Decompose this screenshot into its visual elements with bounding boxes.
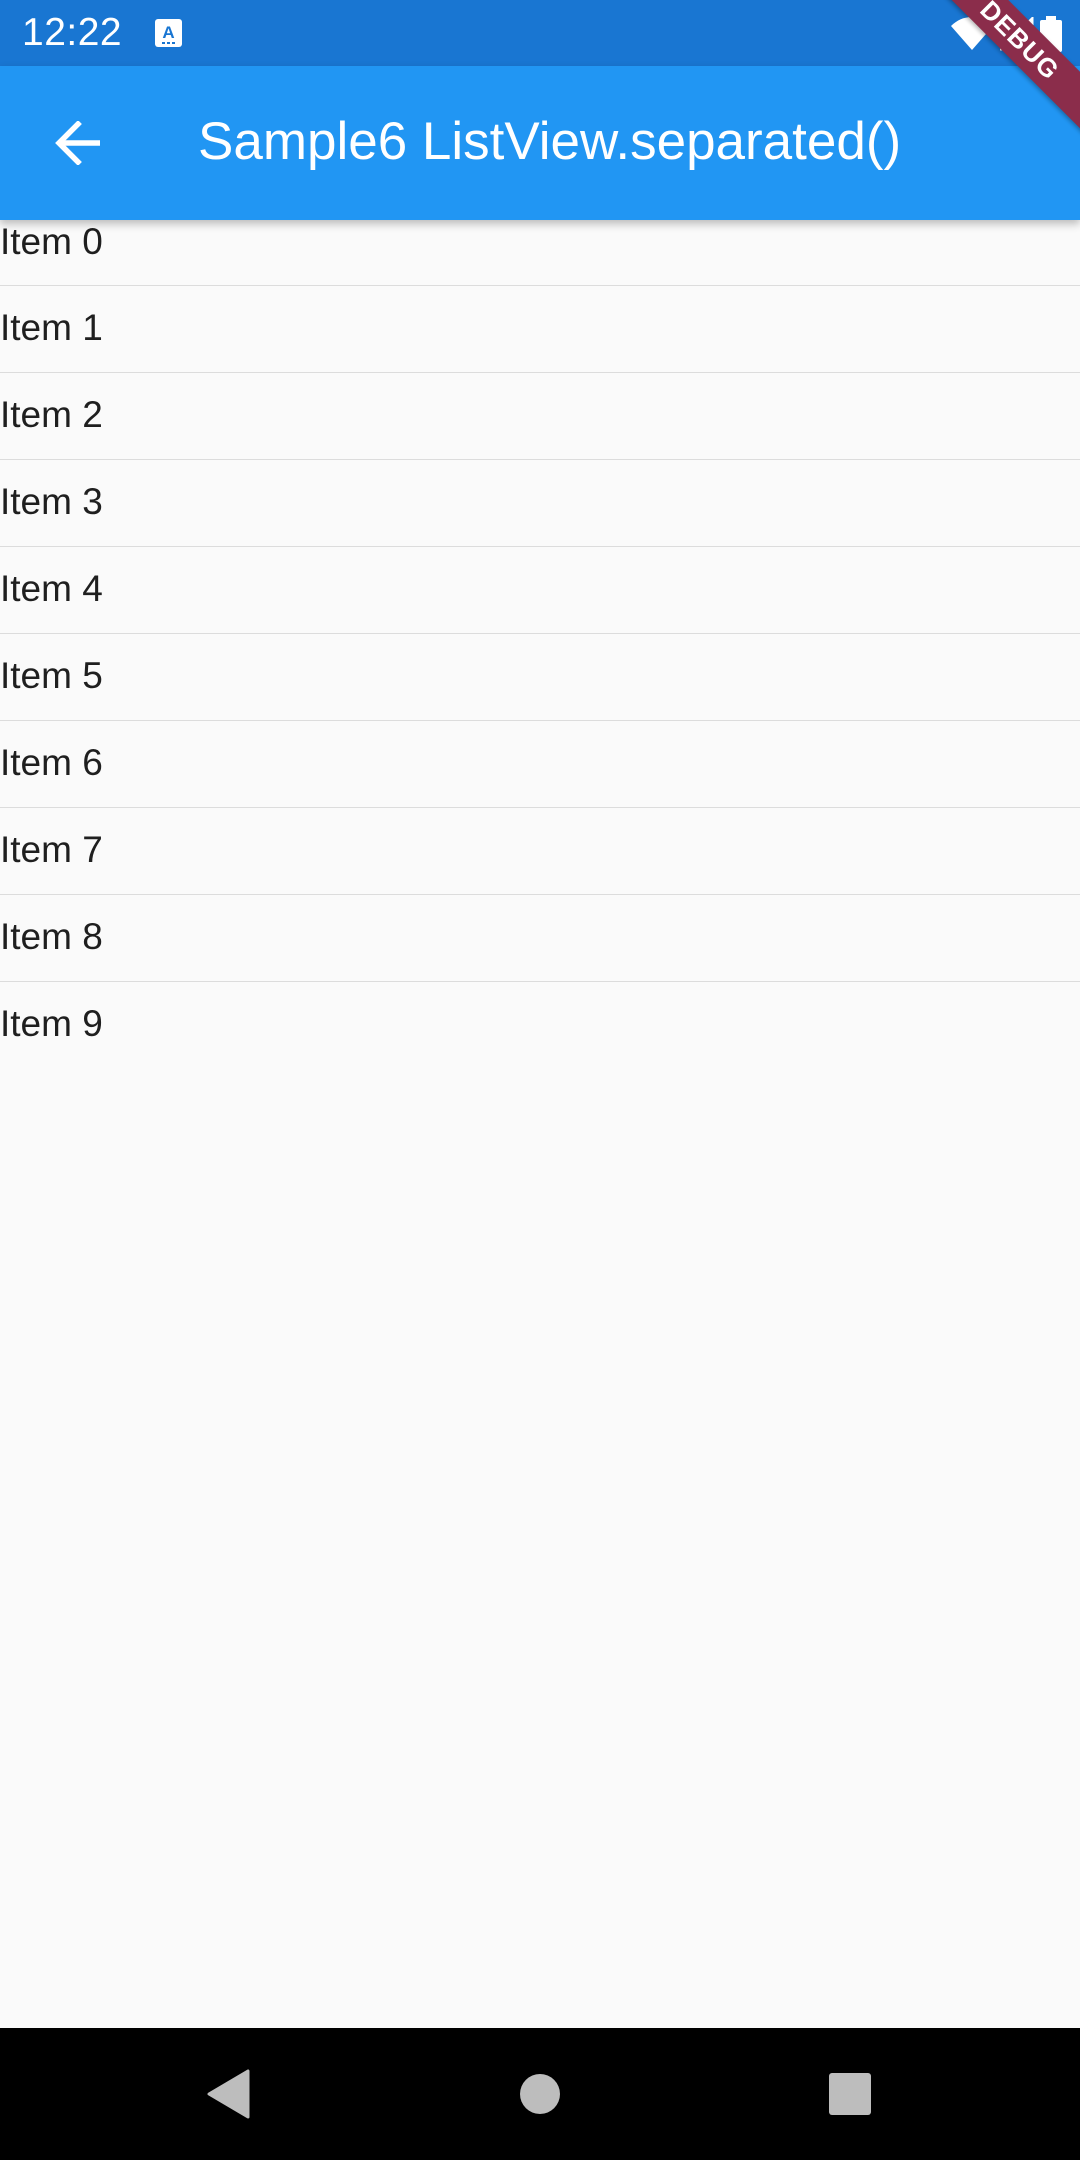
back-button[interactable] [28, 101, 128, 185]
back-triangle-icon [207, 2069, 250, 2119]
list-item[interactable]: Item 3 [0, 460, 1080, 547]
arrow-back-icon [55, 121, 100, 165]
status-time: 12:22 [22, 11, 123, 54]
recents-square-icon [829, 2073, 871, 2115]
page-title: Sample6 ListView.separated() [198, 112, 902, 171]
navigation-bar [0, 2028, 1080, 2160]
list-item-label: Item 4 [0, 568, 103, 609]
item-list: Item 0 Item 1 Item 2 Item 3 Item 4 Item … [0, 220, 1080, 1069]
text-a-icon: A [155, 19, 182, 47]
list-item[interactable]: Item 0 [0, 220, 1080, 286]
list-item-label: Item 5 [0, 655, 103, 696]
list-item[interactable]: Item 7 [0, 808, 1080, 895]
list-item[interactable]: Item 8 [0, 895, 1080, 982]
nav-recents-button[interactable] [818, 2062, 882, 2126]
nav-home-button[interactable] [508, 2062, 572, 2126]
list-item[interactable]: Item 5 [0, 634, 1080, 721]
list-item-label: Item 7 [0, 829, 103, 870]
list-item[interactable]: Item 9 [0, 982, 1080, 1069]
list-item-label: Item 9 [0, 1003, 103, 1044]
svg-text:A: A [162, 23, 174, 42]
status-bar: 12:22 A [0, 0, 1080, 66]
screen: 12:22 A Sample6 ListView.separated() DEB… [0, 0, 1080, 2160]
list-item-label: Item 0 [0, 221, 103, 262]
list-item[interactable]: Item 1 [0, 286, 1080, 373]
list-item-label: Item 3 [0, 481, 103, 522]
list-item[interactable]: Item 4 [0, 547, 1080, 634]
list-item[interactable]: Item 2 [0, 373, 1080, 460]
list-item-label: Item 8 [0, 916, 103, 957]
list-item[interactable]: Item 6 [0, 721, 1080, 808]
list-item-label: Item 6 [0, 742, 103, 783]
app-bar: Sample6 ListView.separated() [0, 66, 1080, 220]
list-item-label: Item 2 [0, 394, 103, 435]
list-item-label: Item 1 [0, 307, 103, 348]
nav-back-button[interactable] [196, 2062, 260, 2126]
home-circle-icon [520, 2074, 560, 2114]
